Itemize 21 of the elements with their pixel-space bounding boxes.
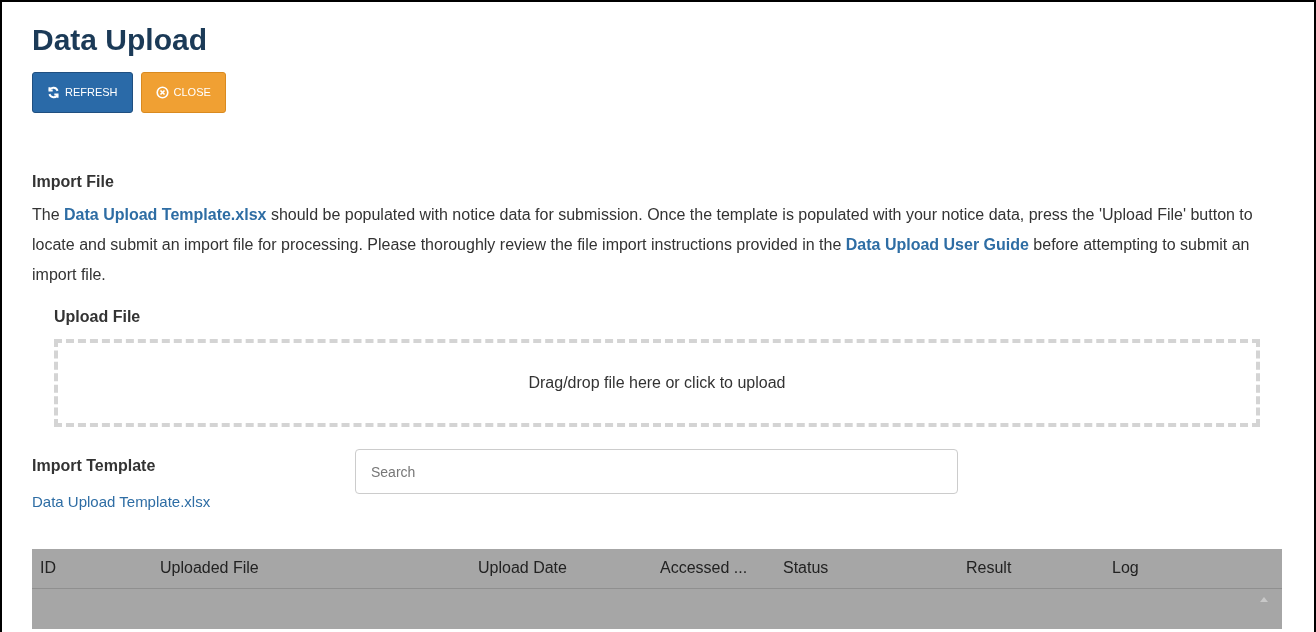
- column-header[interactable]: ID: [40, 559, 56, 576]
- column-header[interactable]: Result: [966, 559, 1012, 576]
- page-title: Data Upload: [32, 22, 208, 58]
- column-header[interactable]: Log: [1112, 559, 1139, 576]
- section-heading: Import File: [32, 172, 114, 192]
- column-header[interactable]: Uploaded File: [160, 559, 259, 576]
- scroll-up-icon[interactable]: [1260, 596, 1268, 602]
- template-link[interactable]: Data Upload Template.xlsx: [32, 491, 211, 514]
- column-header[interactable]: Upload Date: [478, 559, 567, 576]
- document-link[interactable]: Data Upload User Guide: [845, 236, 1029, 253]
- close-icon: [155, 86, 169, 99]
- instructions-paragraph: The Data Upload Template.xlsx should be populated with notice data for submission. Once the template is populated with your notice data, press the 'Upload File' button to locate and submit an import file for processing. Please thoroughly review the file import instructions provided in the Data Upload User Guide before attempting to submit an import file.: [32, 205, 1254, 285]
- column-header[interactable]: Status: [783, 559, 829, 576]
- search-field[interactable]: Search: [355, 449, 958, 494]
- document-link[interactable]: Data Upload Template.xlsx: [64, 206, 267, 223]
- refresh-icon: [47, 86, 60, 99]
- refresh-button[interactable]: REFRESH: [32, 72, 133, 113]
- section-heading: Import Template: [32, 456, 156, 476]
- file-dropzone[interactable]: Drag/drop file here or click to upload: [54, 339, 1260, 427]
- section-heading: Upload File: [54, 307, 141, 327]
- column-header[interactable]: Accessed ...: [660, 559, 748, 576]
